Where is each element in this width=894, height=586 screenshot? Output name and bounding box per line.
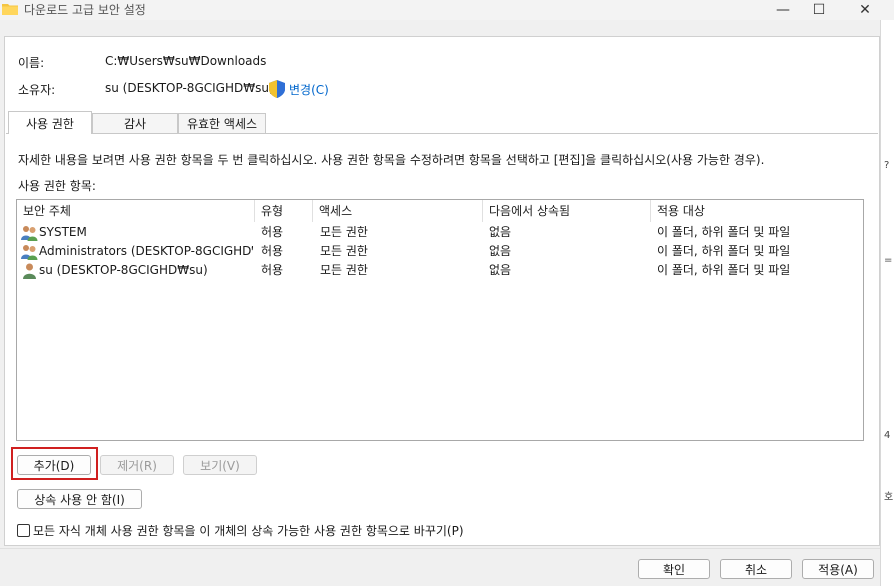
column-header-access[interactable]: 액세스	[313, 200, 483, 222]
inherited-cell: 없음	[489, 225, 512, 239]
principal-cell: su (DESKTOP-8GCIGHD₩su)	[39, 263, 208, 277]
column-header-type[interactable]: 유형	[255, 200, 313, 222]
owner-value: su (DESKTOP-8GCIGHD₩su)	[105, 81, 274, 95]
background-mark: 4	[884, 430, 891, 441]
name-label: 이름:	[18, 56, 45, 70]
title-bar: 다운로드 고급 보안 설정 — ☐ ✕	[0, 0, 894, 20]
group-users-icon	[21, 226, 38, 241]
principal-cell: SYSTEM	[39, 225, 87, 239]
ok-button[interactable]: 확인	[638, 559, 710, 579]
background-mark: 호	[884, 492, 894, 503]
footer-separator	[0, 548, 880, 549]
permission-entries-list[interactable]: 보안 주체 유형 액세스 다음에서 상속됨 적용 대상 SYSTEM 허용 모든…	[16, 199, 864, 441]
column-header-inherited-from[interactable]: 다음에서 상속됨	[483, 200, 651, 222]
remove-button[interactable]: 제거(R)	[100, 455, 174, 475]
cancel-button[interactable]: 취소	[720, 559, 792, 579]
owner-label: 소유자:	[18, 83, 56, 97]
close-button[interactable]: ✕	[842, 0, 888, 20]
principal-cell: Administrators (DESKTOP-8GCIGHD₩...	[39, 244, 253, 258]
window-title: 다운로드 고급 보안 설정	[24, 3, 146, 17]
table-row[interactable]: SYSTEM 허용 모든 권한 없음 이 폴더, 하위 폴더 및 파일	[17, 223, 863, 242]
group-users-icon	[21, 245, 38, 260]
type-cell: 허용	[261, 263, 284, 277]
tab-strip-line	[6, 133, 878, 134]
background-mark: ?	[884, 160, 890, 171]
type-cell: 허용	[261, 225, 284, 239]
single-user-icon	[23, 263, 36, 279]
inherited-cell: 없음	[489, 263, 512, 277]
tab-effective-access[interactable]: 유효한 액세스	[178, 113, 266, 133]
access-cell: 모든 권한	[320, 225, 368, 239]
permission-entries-label: 사용 권한 항목:	[18, 179, 96, 193]
tab-permissions[interactable]: 사용 권한	[8, 111, 92, 134]
column-header-applies-to[interactable]: 적용 대상	[651, 200, 863, 222]
disable-inheritance-button[interactable]: 상속 사용 안 함(I)	[17, 489, 142, 509]
replace-child-permissions-checkbox[interactable]	[17, 524, 30, 537]
background-mark: =	[884, 255, 893, 266]
applies-to-cell: 이 폴더, 하위 폴더 및 파일	[657, 244, 791, 258]
view-button[interactable]: 보기(V)	[183, 455, 257, 475]
applies-to-cell: 이 폴더, 하위 폴더 및 파일	[657, 263, 791, 277]
column-header-principal[interactable]: 보안 주체	[17, 200, 255, 222]
applies-to-cell: 이 폴더, 하위 폴더 및 파일	[657, 225, 791, 239]
tab-auditing[interactable]: 감사	[92, 113, 178, 133]
table-row[interactable]: Administrators (DESKTOP-8GCIGHD₩... 허용 모…	[17, 242, 863, 261]
instructions-text: 자세한 내용을 보려면 사용 권한 항목을 두 번 클릭하십시오. 사용 권한 …	[18, 153, 765, 167]
add-button[interactable]: 추가(D)	[17, 455, 91, 475]
type-cell: 허용	[261, 244, 284, 258]
table-row[interactable]: su (DESKTOP-8GCIGHD₩su) 허용 모든 권한 없음 이 폴더…	[17, 261, 863, 280]
folder-icon	[2, 4, 18, 15]
change-owner-link[interactable]: 변경(C)	[289, 81, 329, 98]
access-cell: 모든 권한	[320, 244, 368, 258]
inherited-cell: 없음	[489, 244, 512, 258]
name-value: C:₩Users₩su₩Downloads	[105, 54, 267, 68]
access-cell: 모든 권한	[320, 263, 368, 277]
replace-child-permissions-label: 모든 자식 개체 사용 권한 항목을 이 개체의 상속 가능한 사용 권한 항목…	[33, 524, 464, 538]
maximize-button[interactable]: ☐	[796, 0, 842, 20]
uac-shield-icon	[269, 80, 285, 98]
apply-button[interactable]: 적용(A)	[802, 559, 874, 579]
